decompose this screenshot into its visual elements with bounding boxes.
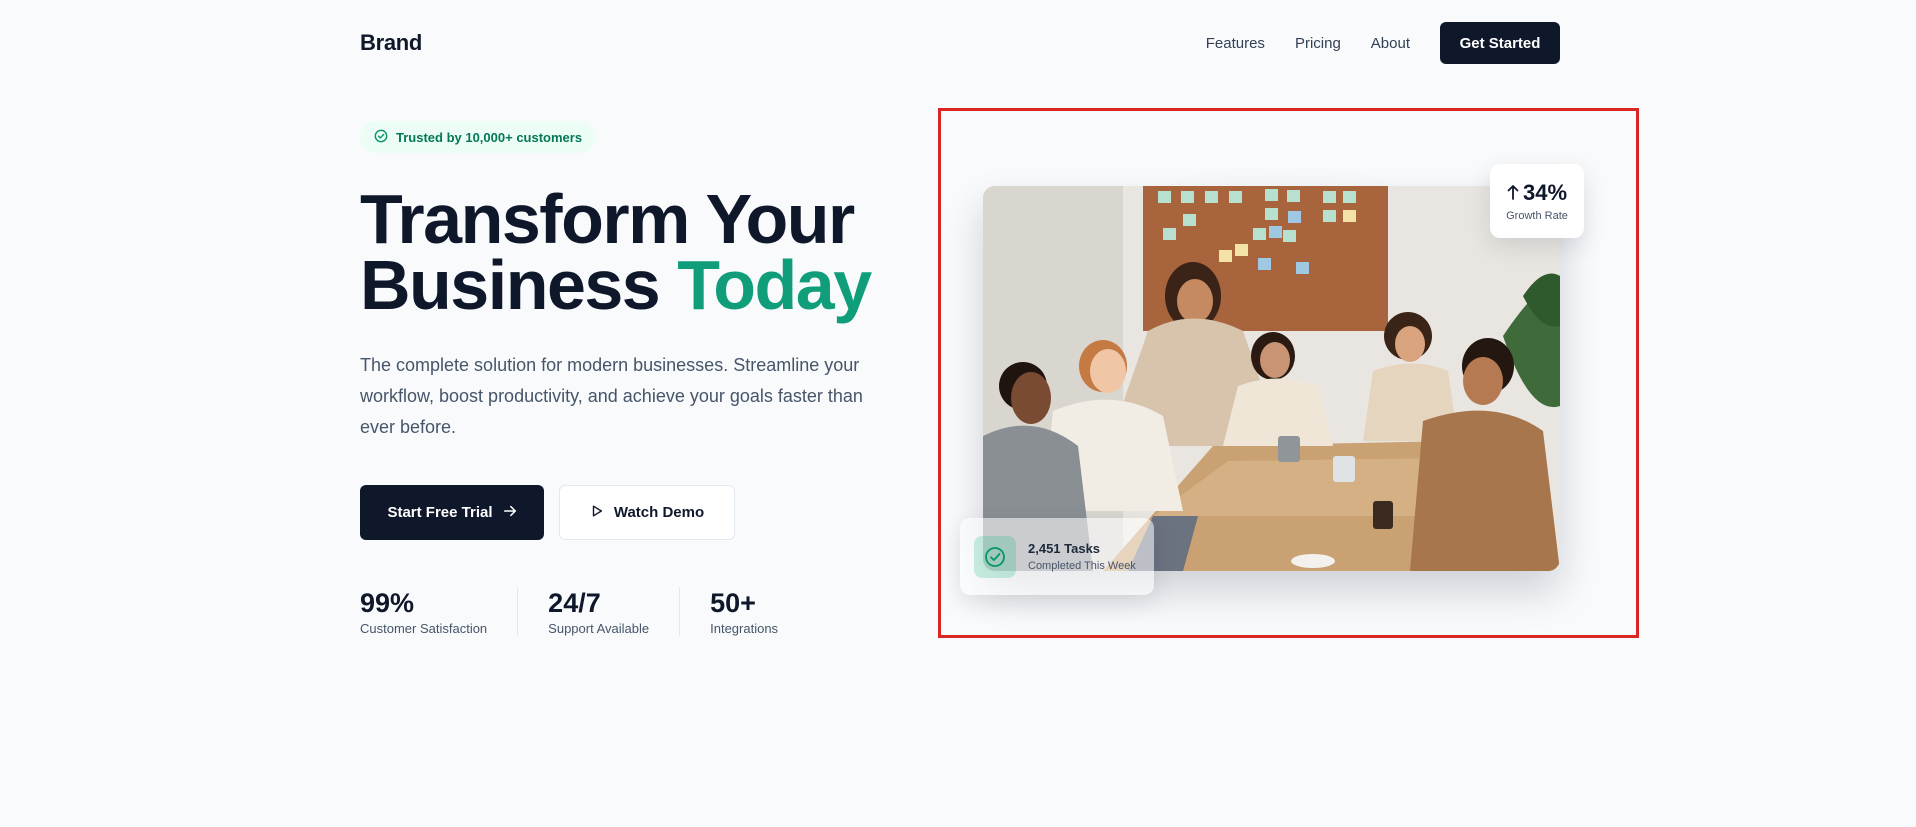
hero-subtext: The complete solution for modern busines… (360, 355, 863, 437)
tasks-text: 2,451 Tasks Completed This Week (1028, 541, 1136, 572)
headline-line-2: Business (360, 246, 661, 324)
top-nav: Brand Features Pricing About Get Started (360, 22, 1560, 64)
stats-row: 99% Customer Satisfaction 24/7 Support A… (360, 587, 808, 636)
stat-value: 50+ (710, 588, 756, 618)
hero-headline: Transform Your Business Today (360, 184, 920, 320)
arrow-right-icon (503, 504, 517, 522)
stat-satisfaction: 99% Customer Satisfaction (360, 587, 517, 636)
stat-support: 24/7 Support Available (517, 587, 679, 636)
growth-value-row: 34% (1507, 180, 1567, 206)
stat-value: 24/7 (548, 588, 601, 618)
nav-link-pricing[interactable]: Pricing (1295, 35, 1341, 52)
nav-links: Features Pricing About Get Started (1206, 22, 1560, 64)
check-circle-icon (374, 129, 388, 146)
growth-rate-card: 34% Growth Rate (1490, 164, 1584, 238)
tasks-title: 2,451 Tasks (1028, 541, 1101, 556)
tasks-subtitle: Completed This Week (1028, 560, 1136, 572)
watch-demo-label: Watch Demo (613, 504, 705, 521)
growth-label: Growth Rate (1506, 210, 1568, 222)
stat-value: 99% (360, 588, 415, 618)
nav-link-features[interactable]: Features (1206, 35, 1265, 52)
stat-label: Integrations (710, 621, 779, 636)
play-icon (590, 504, 604, 522)
check-circle-icon (974, 535, 1016, 578)
brand-logo[interactable]: Brand (360, 30, 422, 56)
stat-integrations: 50+ Integrations (679, 587, 808, 636)
trust-badge-label: Trusted by 10,000+ customers (396, 129, 583, 145)
start-free-trial-label: Start Free Trial (387, 504, 493, 521)
team-meeting-photo (983, 186, 1560, 571)
stat-label: Support Available (548, 621, 650, 636)
tasks-completed-card: 2,451 Tasks Completed This Week (960, 518, 1154, 595)
get-started-button[interactable]: Get Started (1440, 22, 1560, 64)
arrow-up-icon (1507, 180, 1519, 206)
nav-link-about[interactable]: About (1371, 35, 1410, 52)
start-free-trial-button[interactable]: Start Free Trial (360, 485, 544, 540)
trust-badge: Trusted by 10,000+ customers (360, 121, 597, 153)
watch-demo-button[interactable]: Watch Demo (559, 485, 735, 540)
stat-label: Customer Satisfaction (360, 621, 488, 636)
headline-accent: Today (677, 246, 872, 324)
growth-value: 34% (1522, 180, 1568, 205)
